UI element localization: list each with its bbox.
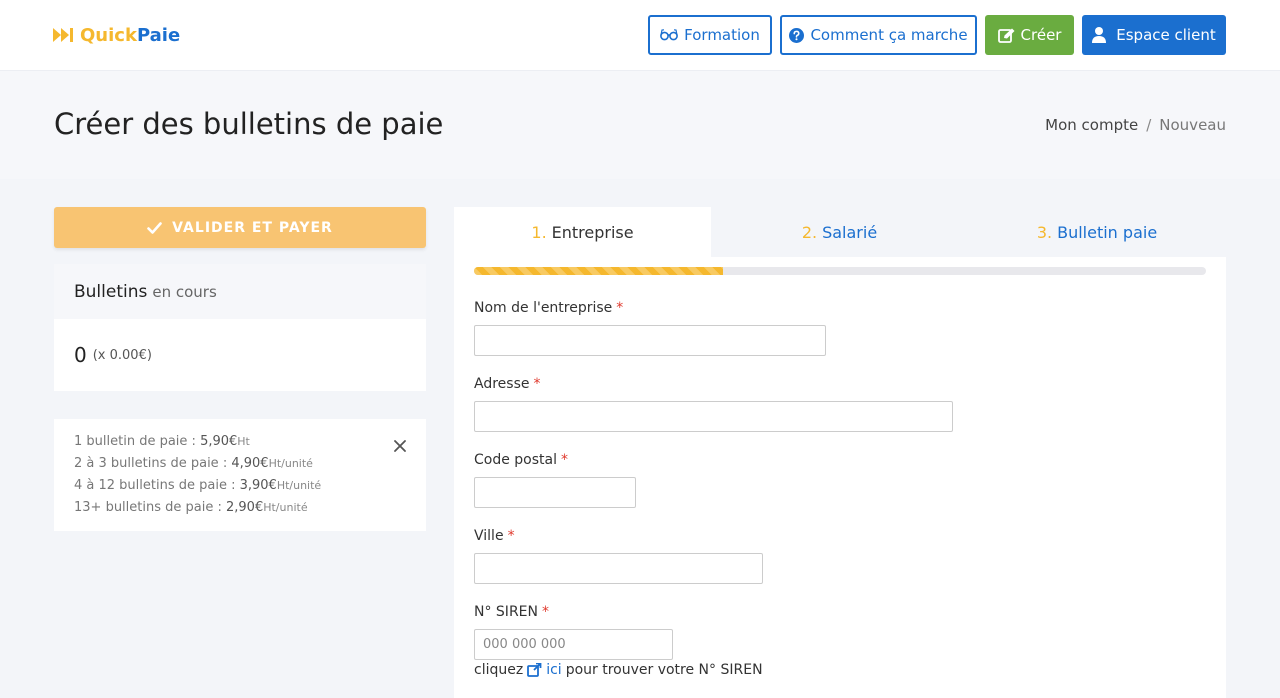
address-label: Adresse * bbox=[474, 375, 540, 393]
create-button[interactable]: Créer bbox=[985, 15, 1074, 55]
price-amount: 5,90€ bbox=[200, 434, 238, 449]
how-it-works-button-label: Comment ça marche bbox=[810, 26, 968, 44]
price-line: 4 à 12 bulletins de paie : 3,90€Ht/unité bbox=[74, 475, 406, 497]
city-input[interactable] bbox=[474, 553, 763, 584]
breadcrumb: Mon compte / Nouveau bbox=[1045, 115, 1226, 135]
validate-and-pay-label: VALIDER ET PAYER bbox=[172, 219, 333, 236]
siren-label: N° SIREN * bbox=[474, 603, 549, 621]
postal-code-label-text: Code postal bbox=[474, 452, 557, 468]
postal-code-input[interactable] bbox=[474, 477, 636, 508]
bulletins-card: Bulletins en cours 0 (x 0.00€) bbox=[54, 264, 426, 391]
brand-name-part1: Quick bbox=[80, 24, 137, 46]
address-label-text: Adresse bbox=[474, 376, 530, 392]
siren-lookup-link[interactable]: ici bbox=[527, 662, 562, 678]
external-link-icon bbox=[527, 663, 542, 677]
pricing-card: 1 bulletin de paie : 5,90€Ht 2 à 3 bulle… bbox=[54, 419, 426, 531]
tab-bulletin-paie[interactable]: 3. Bulletin paie bbox=[968, 207, 1226, 257]
company-name-label-text: Nom de l'entreprise bbox=[474, 300, 613, 316]
required-marker: * bbox=[507, 528, 515, 544]
client-space-button[interactable]: Espace client bbox=[1082, 15, 1226, 55]
price-unit: Ht/unité bbox=[263, 501, 308, 514]
navbar: Quick Paie Formation Comment ça marche Cr… bbox=[0, 0, 1280, 70]
user-icon bbox=[1092, 27, 1107, 43]
close-icon[interactable] bbox=[394, 437, 406, 456]
siren-label-text: N° SIREN bbox=[474, 604, 538, 620]
progress-bar bbox=[474, 267, 1206, 275]
tab-step-number: 2. bbox=[801, 222, 818, 242]
create-button-label: Créer bbox=[1020, 26, 1062, 44]
required-marker: * bbox=[541, 604, 549, 620]
formation-button-label: Formation bbox=[684, 26, 760, 44]
tab-label: Entreprise bbox=[551, 222, 634, 242]
price-amount: 4,90€ bbox=[231, 456, 269, 471]
price-label: 1 bulletin de paie : bbox=[74, 434, 196, 449]
price-label: 4 à 12 bulletins de paie : bbox=[74, 478, 236, 493]
bulletins-subtitle: en cours bbox=[152, 282, 217, 301]
tab-salarie[interactable]: 2. Salarié bbox=[711, 207, 968, 257]
city-label-text: Ville bbox=[474, 528, 504, 544]
siren-help-before: cliquez bbox=[474, 662, 524, 678]
price-amount: 3,90€ bbox=[239, 478, 277, 493]
siren-input[interactable] bbox=[474, 629, 673, 660]
price-amount: 2,90€ bbox=[226, 500, 264, 515]
price-unit: Ht/unité bbox=[276, 479, 322, 492]
company-name-input[interactable] bbox=[474, 325, 826, 356]
validate-and-pay-button[interactable]: VALIDER ET PAYER bbox=[54, 207, 426, 248]
bulletins-total: (x 0.00€) bbox=[92, 347, 152, 363]
tab-step-number: 3. bbox=[1036, 222, 1053, 242]
tab-label: Salarié bbox=[822, 222, 878, 242]
progress-bar-fill bbox=[474, 267, 723, 275]
page-title: Créer des bulletins de paie bbox=[54, 107, 444, 141]
brand-logo[interactable]: Quick Paie bbox=[53, 24, 180, 46]
company-name-label: Nom de l'entreprise * bbox=[474, 299, 623, 317]
siren-help-after: pour trouver votre N° SIREN bbox=[565, 662, 763, 678]
address-input[interactable] bbox=[474, 401, 953, 432]
postal-code-label: Code postal * bbox=[474, 451, 568, 469]
price-line: 13+ bulletins de paie : 2,90€Ht/unité bbox=[74, 497, 406, 519]
fast-forward-icon bbox=[53, 28, 73, 42]
check-icon bbox=[147, 221, 162, 234]
glasses-icon bbox=[660, 29, 679, 41]
price-label: 13+ bulletins de paie : bbox=[74, 500, 222, 515]
price-line: 1 bulletin de paie : 5,90€Ht bbox=[74, 431, 406, 453]
client-space-button-label: Espace client bbox=[1116, 26, 1216, 44]
tab-step-number: 1. bbox=[531, 222, 547, 242]
step-tabs: 1. Entreprise 2. Salarié 3. Bulletin pai… bbox=[454, 207, 1226, 257]
bulletins-title: Bulletins bbox=[74, 281, 148, 302]
price-line: 2 à 3 bulletins de paie : 4,90€Ht/unité bbox=[74, 453, 406, 475]
siren-lookup-link-label: ici bbox=[546, 662, 562, 678]
company-form-card: 1. Entreprise 2. Salarié 3. Bulletin pai… bbox=[454, 207, 1226, 698]
bulletins-card-body: 0 (x 0.00€) bbox=[54, 319, 426, 391]
brand-name-part2: Paie bbox=[136, 24, 181, 46]
breadcrumb-my-account[interactable]: Mon compte bbox=[1045, 115, 1138, 135]
price-unit: Ht/unité bbox=[268, 457, 313, 470]
required-marker: * bbox=[561, 452, 568, 468]
bulletins-card-header: Bulletins en cours bbox=[54, 264, 426, 319]
tab-entreprise[interactable]: 1. Entreprise bbox=[454, 207, 711, 257]
breadcrumb-new: Nouveau bbox=[1159, 116, 1226, 134]
price-label: 2 à 3 bulletins de paie : bbox=[74, 456, 228, 471]
how-it-works-button[interactable]: Comment ça marche bbox=[780, 15, 977, 55]
city-label: Ville * bbox=[474, 527, 515, 545]
tab-label: Bulletin paie bbox=[1057, 222, 1158, 242]
breadcrumb-separator: / bbox=[1146, 116, 1152, 134]
price-unit: Ht bbox=[237, 435, 250, 448]
question-circle-icon bbox=[789, 27, 805, 43]
siren-help-text: cliquez ici pour trouver votre N° SIREN bbox=[474, 662, 763, 678]
edit-icon bbox=[997, 28, 1015, 43]
required-marker: * bbox=[533, 376, 541, 392]
formation-button[interactable]: Formation bbox=[648, 15, 772, 55]
required-marker: * bbox=[616, 300, 624, 316]
bulletins-count: 0 bbox=[74, 343, 87, 367]
